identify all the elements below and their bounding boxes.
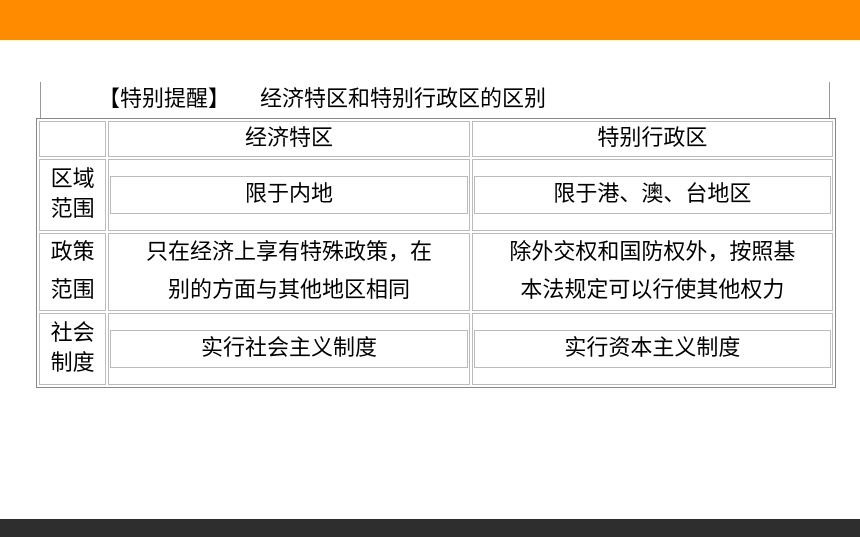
header-economic-zone: 经济特区	[108, 121, 470, 157]
row-label-line: 制度	[50, 351, 95, 376]
row-label-cell: 区域 范围	[39, 159, 107, 231]
table-row-policy-scope: 政策 范围 只在经济上享有特殊政策，在 别的方面与其他地区相同 除外交权和国防权…	[39, 233, 833, 311]
heading-title: 经济特区和特别行政区的区别	[260, 87, 547, 112]
cell-text: 别的方面与其他地区相同	[168, 278, 411, 303]
cell-text: 限于港、澳、台地区	[473, 176, 831, 214]
header-corner-cell	[39, 121, 107, 157]
table-cell: 限于内地	[108, 159, 470, 231]
heading-tag: 【特别提醒】	[98, 87, 231, 112]
table-cell: 实行社会主义制度	[108, 313, 470, 385]
cell-text: 本法规定可以行使其他权力	[520, 278, 785, 303]
header-special-admin-region: 特别行政区	[471, 121, 833, 157]
cell-text: 限于内地	[110, 176, 468, 214]
table-cell: 除外交权和国防权外，按照基 本法规定可以行使其他权力	[471, 233, 833, 311]
row-label-line: 范围	[50, 197, 95, 222]
section-heading: 【特别提醒】 经济特区和特别行政区的区别	[98, 84, 546, 116]
comparison-table: 经济特区 特别行政区 区域 范围 限于内地 限于港、澳、台地区 政策 范围 只在…	[36, 118, 836, 388]
heading-left-rule	[40, 82, 41, 118]
top-banner	[0, 0, 860, 40]
cell-text: 实行社会主义制度	[110, 330, 468, 368]
table-cell: 限于港、澳、台地区	[471, 159, 833, 231]
row-label-line: 政策	[50, 240, 95, 265]
table-row-region-scope: 区域 范围 限于内地 限于港、澳、台地区	[39, 159, 833, 231]
row-label-cell: 政策 范围	[39, 233, 107, 311]
cell-text: 除外交权和国防权外，按照基	[509, 240, 796, 265]
table-row-social-system: 社会 制度 实行社会主义制度 实行资本主义制度	[39, 313, 833, 385]
row-label-line: 范围	[50, 278, 95, 303]
row-label-line: 区域	[50, 167, 95, 193]
table-cell: 只在经济上享有特殊政策，在 别的方面与其他地区相同	[108, 233, 470, 311]
cell-text: 只在经济上享有特殊政策，在	[146, 240, 433, 265]
heading-right-rule	[829, 82, 830, 118]
table-cell: 实行资本主义制度	[471, 313, 833, 385]
cell-text: 实行资本主义制度	[473, 330, 831, 368]
bottom-banner	[0, 519, 860, 537]
row-label-cell: 社会 制度	[39, 313, 107, 385]
row-label-line: 社会	[50, 321, 95, 347]
table-header-row: 经济特区 特别行政区	[39, 121, 833, 157]
